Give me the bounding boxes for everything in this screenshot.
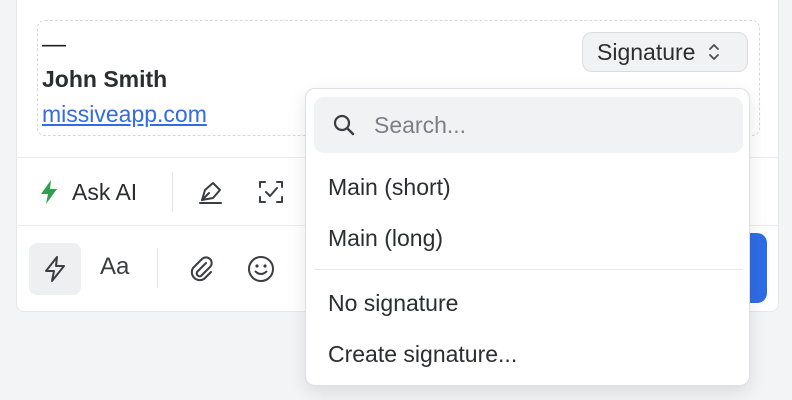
- task-button[interactable]: [256, 177, 286, 207]
- search-input[interactable]: [374, 111, 714, 139]
- paperclip-icon: [190, 256, 213, 282]
- quick-actions-button[interactable]: [29, 243, 81, 295]
- signature-dropdown: Main (short) Main (long) No signature Cr…: [305, 88, 750, 386]
- chevron-updown-icon: [709, 44, 720, 60]
- attach-button[interactable]: [186, 254, 216, 284]
- ask-ai-button[interactable]: Ask AI: [38, 174, 137, 210]
- emoji-icon: [248, 256, 274, 282]
- menu-item-main-short[interactable]: Main (short): [306, 165, 751, 209]
- search-box: [314, 97, 743, 153]
- toolbar-separator: [172, 172, 173, 212]
- signature-link[interactable]: missiveapp.com: [42, 101, 207, 128]
- search-icon: [333, 114, 355, 136]
- menu-item-no-signature[interactable]: No signature: [306, 281, 751, 325]
- pen-button[interactable]: [196, 177, 226, 207]
- toolbar-separator: [157, 248, 158, 288]
- ask-ai-label: Ask AI: [72, 178, 138, 205]
- checkbox-icon: [259, 181, 283, 203]
- signature-chip-label: Signature: [597, 38, 696, 65]
- menu-divider: [314, 269, 743, 270]
- bolt-outline-icon: [45, 256, 65, 282]
- emoji-button[interactable]: [246, 254, 276, 284]
- signature-select-button[interactable]: Signature: [582, 32, 748, 72]
- signature-name: John Smith: [42, 66, 168, 92]
- menu-item-main-long[interactable]: Main (long): [306, 216, 751, 260]
- format-button[interactable]: Aa: [100, 253, 129, 281]
- signature-dash: —: [42, 31, 66, 58]
- bolt-icon: [41, 180, 57, 204]
- pen-icon: [199, 182, 222, 204]
- menu-item-create-signature[interactable]: Create signature...: [306, 332, 751, 376]
